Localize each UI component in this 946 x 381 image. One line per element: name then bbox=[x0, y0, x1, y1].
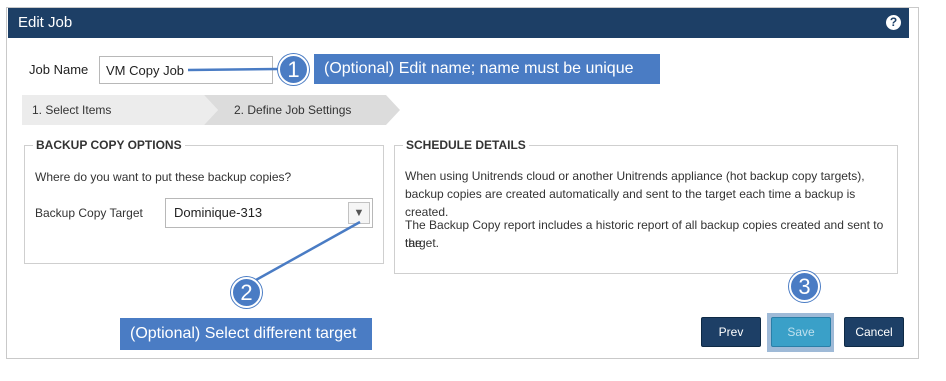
callout-1-text: (Optional) Edit name; name must be uniqu… bbox=[314, 54, 660, 84]
callout-1-badge: 1 bbox=[278, 54, 309, 85]
callout-2-text: (Optional) Select different target bbox=[120, 318, 372, 350]
callout-2-line bbox=[246, 220, 361, 287]
callout-3-badge: 3 bbox=[789, 271, 820, 302]
save-button[interactable]: Save bbox=[771, 317, 831, 347]
callout-2-badge: 2 bbox=[231, 277, 262, 308]
cancel-button[interactable]: Cancel bbox=[844, 317, 904, 347]
prev-button[interactable]: Prev bbox=[701, 317, 761, 347]
callout-1-line bbox=[187, 67, 279, 72]
